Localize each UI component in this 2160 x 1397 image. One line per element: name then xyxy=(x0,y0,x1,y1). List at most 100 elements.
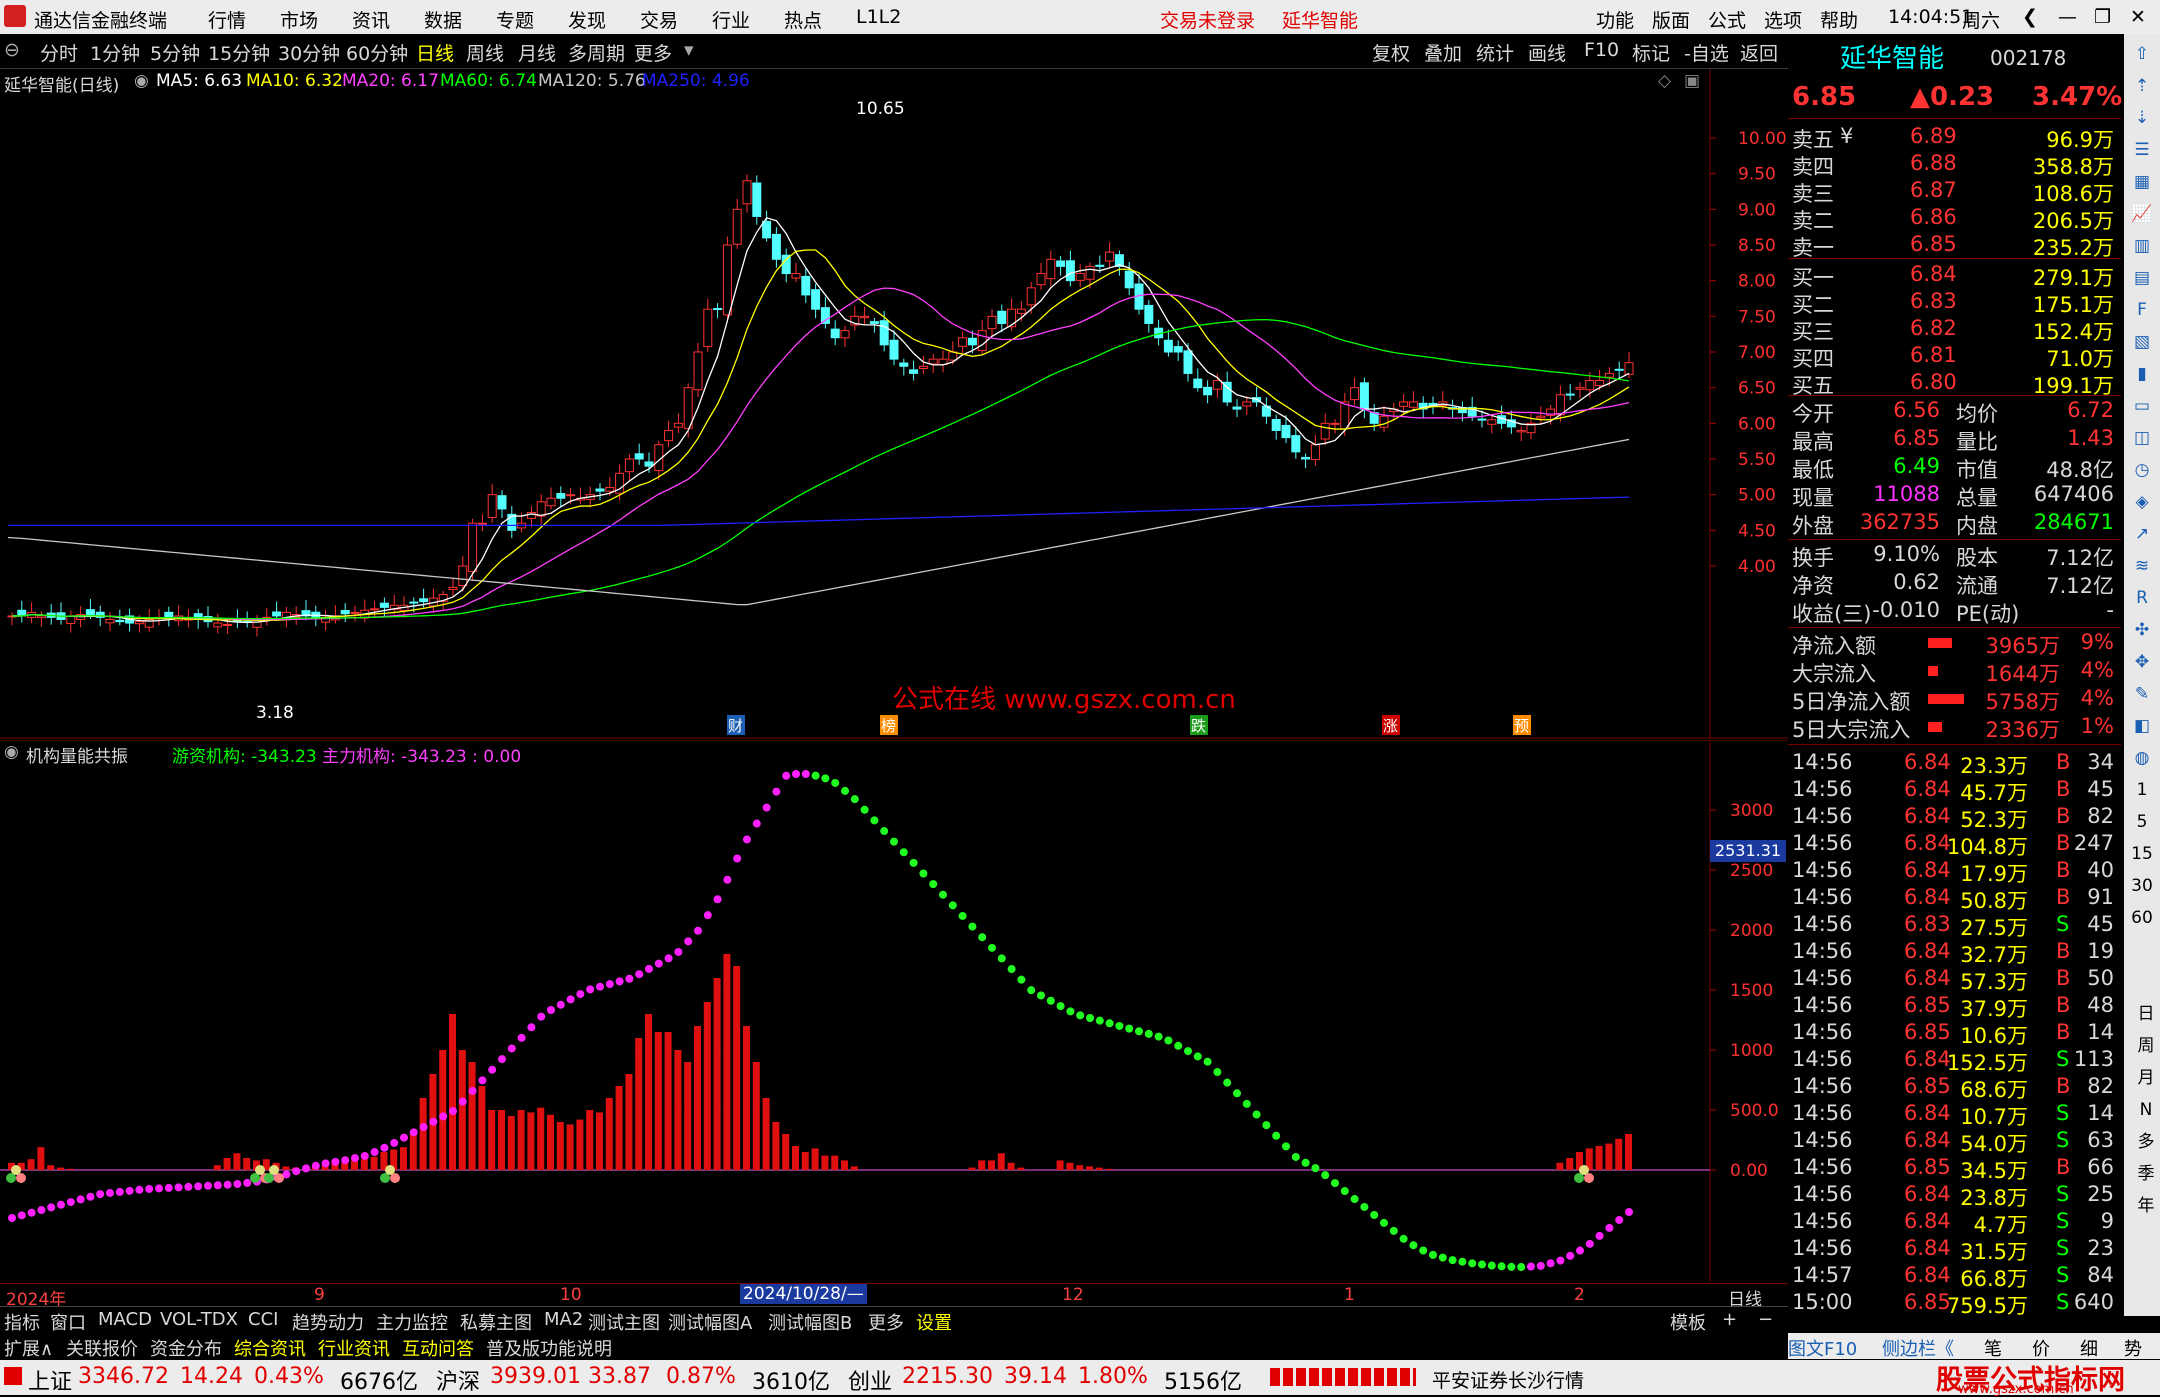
globe-icon[interactable]: ◍ xyxy=(2128,744,2156,772)
ask-row[interactable]: 卖一 6.85 235.2万 xyxy=(1788,232,2118,260)
tick-row[interactable]: 14:56 6.83 27.5万 S 45 xyxy=(1788,912,2118,940)
extension-tab[interactable]: 扩展∧ xyxy=(4,1335,53,1361)
up-icon[interactable]: ⇡ xyxy=(2128,72,2156,100)
menu-redian[interactable]: 热点 xyxy=(784,6,822,33)
window-icon[interactable]: ▣ xyxy=(1684,71,1700,91)
main-chart-area[interactable]: 10.00 9.50 9.00 8.50 8.00 7.50 7.00 6.50 6.00 5.5… xyxy=(0,69,1788,739)
add-icon[interactable]: + xyxy=(1722,1309,1737,1330)
event-marker[interactable]: 财 xyxy=(727,715,745,735)
bid-row[interactable]: 买二 6.83 175.1万 xyxy=(1788,289,2118,317)
strip-period-button[interactable]: 年 xyxy=(2132,1192,2160,1220)
f10-icon[interactable]: F xyxy=(2128,296,2156,324)
tick-row[interactable]: 14:56 6.85 68.6万 B 82 xyxy=(1788,1074,2118,1102)
menu-zhuanti[interactable]: 专题 xyxy=(496,6,534,33)
tool-f10[interactable]: F10 xyxy=(1584,39,1619,61)
indicator-tab[interactable]: 私募主图 xyxy=(460,1309,532,1335)
indicator-tab[interactable]: CCI xyxy=(248,1309,278,1330)
tick-row[interactable]: 14:56 6.84 45.7万 B 45 xyxy=(1788,777,2118,805)
line-chart-icon[interactable]: 📈 xyxy=(2128,200,2156,228)
indicator-tab[interactable]: 设置 xyxy=(916,1309,952,1335)
tick-row[interactable]: 15:00 6.85 759.5万 S 640 xyxy=(1788,1290,2118,1318)
period-15min[interactable]: 15分钟 xyxy=(208,39,270,66)
sub-settings-icon[interactable]: ◉ xyxy=(4,742,19,762)
period-60min[interactable]: 60分钟 xyxy=(346,39,408,66)
rsi-icon[interactable]: R xyxy=(2128,584,2156,612)
ask-row[interactable]: 卖三 6.87 108.6万 xyxy=(1788,178,2118,206)
tick-row[interactable]: 14:56 6.84 23.8万 S 25 xyxy=(1788,1182,2118,1210)
sz-index-name[interactable]: 沪深 xyxy=(436,1364,480,1396)
strip-period-button[interactable]: 日 xyxy=(2132,1000,2160,1028)
indicator-tab[interactable]: MA2 xyxy=(544,1309,583,1330)
menu-shichang[interactable]: 市场 xyxy=(280,6,318,33)
cy-index-name[interactable]: 创业 xyxy=(848,1364,892,1396)
sub-chart-area[interactable]: 3000 2500 2000 1500 1000 500.0 0.00 ◉ 机构量能共振 游… xyxy=(0,740,1788,1282)
tool-huaxian[interactable]: 画线 xyxy=(1528,39,1566,66)
bid-row[interactable]: 买一 6.84 279.1万 xyxy=(1788,262,2118,290)
close-icon[interactable]: ✕ xyxy=(2130,6,2146,28)
trend-icon[interactable]: ↗ xyxy=(2128,520,2156,548)
period-more[interactable]: 更多 xyxy=(634,39,672,66)
bar-chart-icon[interactable]: ▥ xyxy=(2128,232,2156,260)
indicator-icon[interactable]: ≋ xyxy=(2128,552,2156,580)
extension-tab[interactable]: 关联报价 xyxy=(66,1335,138,1361)
ask-row[interactable]: 卖四 6.88 358.8万 xyxy=(1788,151,2118,179)
settings-icon[interactable]: ◉ xyxy=(134,71,149,91)
indicator-chart[interactable]: 3000 2500 2000 1500 1000 500.0 0.00 xyxy=(0,740,1788,1282)
menu-hangye[interactable]: 行业 xyxy=(712,6,750,33)
indicator-tab[interactable]: VOL-TDX xyxy=(160,1309,238,1330)
table-icon[interactable]: ▤ xyxy=(2128,264,2156,292)
page-icon[interactable]: ▭ xyxy=(2128,392,2156,420)
bid-row[interactable]: 买四 6.81 71.0万 xyxy=(1788,343,2118,371)
indicator-tab[interactable]: 更多 xyxy=(868,1309,904,1335)
period-30-icon[interactable]: 30 xyxy=(2128,872,2156,900)
strip-period-button[interactable]: N xyxy=(2132,1096,2160,1124)
level-icon[interactable]: ◈ xyxy=(2128,488,2156,516)
doc-icon[interactable]: ▧ xyxy=(2128,328,2156,356)
indicator-tab[interactable]: 测试幅图A xyxy=(668,1309,752,1335)
clock-icon[interactable]: ◷ xyxy=(2128,456,2156,484)
extension-tab[interactable]: 资金分布 xyxy=(150,1335,222,1361)
tick-row[interactable]: 14:57 6.84 66.8万 S 84 xyxy=(1788,1263,2118,1291)
period-15-icon[interactable]: 15 xyxy=(2128,840,2156,868)
tick-row[interactable]: 14:56 6.84 32.7万 B 19 xyxy=(1788,939,2118,967)
period-30min[interactable]: 30分钟 xyxy=(278,39,340,66)
tick-row[interactable]: 14:56 6.84 10.7万 S 14 xyxy=(1788,1101,2118,1129)
period-daily[interactable]: 日线 xyxy=(416,39,454,66)
tick-row[interactable]: 14:56 6.84 57.3万 B 50 xyxy=(1788,966,2118,994)
tick-row[interactable]: 14:56 6.84 52.3万 B 82 xyxy=(1788,804,2118,832)
extension-tab[interactable]: 综合资讯 xyxy=(234,1335,306,1361)
remove-icon[interactable]: − xyxy=(1758,1309,1773,1330)
indicator-tab[interactable]: 指标 xyxy=(4,1309,40,1335)
menu-gongshi[interactable]: 公式 xyxy=(1708,6,1746,33)
tool-diejia[interactable]: 叠加 xyxy=(1424,39,1462,66)
event-marker[interactable]: 跌 xyxy=(1190,715,1208,735)
tick-row[interactable]: 14:56 6.84 31.5万 S 23 xyxy=(1788,1236,2118,1264)
indicator-tab[interactable]: 主力监控 xyxy=(376,1309,448,1335)
period-monthly[interactable]: 月线 xyxy=(518,39,556,66)
list-icon[interactable]: ☰ xyxy=(2128,136,2156,164)
diamond-icon[interactable]: ◇ xyxy=(1658,71,1671,91)
fs-icon[interactable]: ◫ xyxy=(2128,424,2156,452)
period-multi[interactable]: 多周期 xyxy=(568,39,625,66)
strip-period-button[interactable]: 多 xyxy=(2132,1128,2160,1156)
tool-fuquan[interactable]: 复权 xyxy=(1372,39,1410,66)
hub-icon[interactable]: ✣ xyxy=(2128,616,2156,644)
tick-row[interactable]: 14:56 6.85 10.6万 B 14 xyxy=(1788,1020,2118,1048)
period-5min[interactable]: 5分钟 xyxy=(150,39,200,66)
menu-jiaoyi[interactable]: 交易 xyxy=(640,6,678,33)
indicator-tab[interactable]: 窗口 xyxy=(50,1309,86,1335)
indicator-tab[interactable]: 趋势动力 xyxy=(292,1309,364,1335)
move-icon[interactable]: ✥ xyxy=(2128,648,2156,676)
ask-row[interactable]: 卖五 ¥6.89 96.9万 xyxy=(1788,124,2118,152)
chevron-down-icon[interactable]: ▾ xyxy=(684,39,694,61)
pen-icon[interactable]: ✎ xyxy=(2128,680,2156,708)
event-marker[interactable]: 榜 xyxy=(880,715,898,735)
right-tab[interactable]: 图文F10 xyxy=(1788,1335,1857,1361)
grid-icon[interactable]: ▦ xyxy=(2128,168,2156,196)
restore-icon[interactable]: ❐ xyxy=(2094,6,2111,28)
indicator-tab[interactable]: MACD xyxy=(98,1309,152,1330)
extension-tab[interactable]: 普及版功能说明 xyxy=(486,1335,612,1361)
menu-xuanxiang[interactable]: 选项 xyxy=(1764,6,1802,33)
event-marker[interactable]: 涨 xyxy=(1382,715,1400,735)
period-1-icon[interactable]: 1 xyxy=(2128,776,2156,804)
